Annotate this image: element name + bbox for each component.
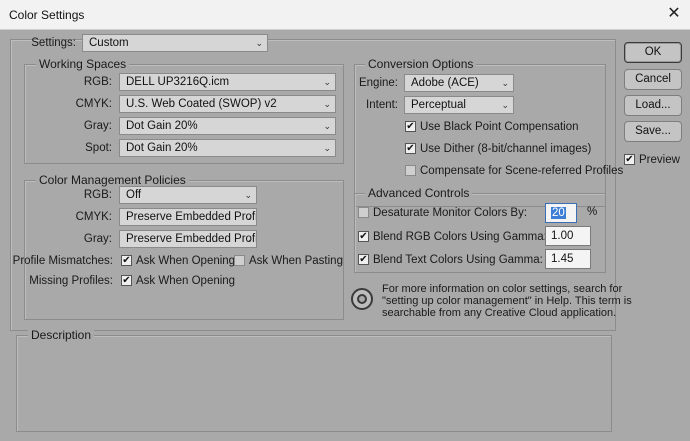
conversion-legend: Conversion Options bbox=[365, 57, 477, 71]
policies-legend: Color Management Policies bbox=[36, 173, 189, 187]
pol-cmyk-label: CMYK: bbox=[75, 211, 112, 223]
checkbox-icon bbox=[234, 255, 245, 266]
pol-gray-value: Preserve Embedded Profiles bbox=[126, 233, 256, 245]
close-icon[interactable]: ✕ bbox=[664, 4, 684, 24]
checkbox-icon bbox=[358, 207, 369, 218]
blend-rgb-input[interactable]: 1.00 bbox=[545, 226, 591, 246]
pol-cmyk-value: Preserve Embedded Profiles bbox=[126, 211, 256, 223]
window-title: Color Settings bbox=[9, 8, 85, 22]
ws-gray-label: Gray: bbox=[83, 120, 112, 132]
checkbox-icon: ✔ bbox=[358, 231, 369, 242]
pol-gray-select[interactable]: Preserve Embedded Profiles ⌄ bbox=[119, 230, 257, 248]
pol-rgb-select[interactable]: Off ⌄ bbox=[119, 186, 257, 204]
pol-rgb-value: Off bbox=[126, 189, 142, 201]
blend-rgb-value: 1.00 bbox=[551, 230, 574, 242]
checkbox-icon: ✔ bbox=[121, 275, 132, 286]
chevron-down-icon: ⌄ bbox=[244, 234, 252, 244]
ws-rgb-value: DELL UP3216Q.icm bbox=[126, 76, 230, 88]
ws-gray-select[interactable]: Dot Gain 20% ⌄ bbox=[119, 117, 336, 135]
chevron-down-icon: ⌄ bbox=[244, 212, 252, 222]
working-spaces-legend: Working Spaces bbox=[36, 57, 130, 71]
info-line-2: "setting up color management" in Help. T… bbox=[382, 295, 632, 307]
black-point-label: Use Black Point Compensation bbox=[420, 121, 579, 133]
preview-label: Preview bbox=[639, 154, 680, 166]
pol-rgb-label: RGB: bbox=[83, 189, 112, 201]
ws-cmyk-label: CMYK: bbox=[75, 98, 112, 110]
chevron-down-icon: ⌄ bbox=[244, 190, 252, 200]
ws-rgb-label: RGB: bbox=[83, 76, 112, 88]
checkbox-icon: ✔ bbox=[405, 143, 416, 154]
ws-gray-value: Dot Gain 20% bbox=[126, 120, 198, 132]
desaturate-input[interactable]: 20 bbox=[545, 203, 577, 223]
dither-label: Use Dither (8-bit/channel images) bbox=[420, 143, 592, 155]
info-line-1: For more information on color settings, … bbox=[382, 283, 623, 295]
mismatch-ask-pasting-label: Ask When Pasting bbox=[249, 255, 343, 267]
scene-referred-label: Compensate for Scene-referred Profiles bbox=[420, 165, 624, 177]
chevron-down-icon: ⌄ bbox=[255, 38, 263, 48]
checkbox-icon: ✔ bbox=[405, 121, 416, 132]
checkbox-icon: ✔ bbox=[358, 254, 369, 265]
checkbox-icon: ✔ bbox=[121, 255, 132, 266]
engine-value: Adobe (ACE) bbox=[411, 77, 479, 89]
blend-text-label: Blend Text Colors Using Gamma: bbox=[373, 254, 543, 266]
info-icon bbox=[351, 288, 373, 310]
desaturate-value: 20 bbox=[551, 207, 566, 219]
chevron-down-icon: ⌄ bbox=[501, 100, 509, 110]
cancel-button[interactable]: Cancel bbox=[624, 69, 682, 90]
engine-select[interactable]: Adobe (ACE) ⌄ bbox=[404, 74, 514, 92]
chevron-down-icon: ⌄ bbox=[323, 121, 331, 131]
ws-spot-label: Spot: bbox=[85, 142, 112, 154]
missing-ask-opening-label: Ask When Opening bbox=[136, 275, 236, 287]
mismatch-ask-opening-label: Ask When Opening bbox=[136, 255, 236, 267]
ws-spot-select[interactable]: Dot Gain 20% ⌄ bbox=[119, 139, 336, 157]
description-legend: Description bbox=[28, 328, 95, 342]
chevron-down-icon: ⌄ bbox=[323, 143, 331, 153]
desaturate-unit: % bbox=[587, 206, 598, 218]
ws-spot-value: Dot Gain 20% bbox=[126, 142, 198, 154]
info-line-3: searchable from any Creative Cloud appli… bbox=[382, 307, 617, 319]
settings-label: Settings: bbox=[31, 37, 76, 49]
blend-text-value: 1.45 bbox=[551, 253, 574, 265]
pol-cmyk-select[interactable]: Preserve Embedded Profiles ⌄ bbox=[119, 208, 257, 226]
engine-label: Engine: bbox=[358, 77, 398, 89]
pol-gray-label: Gray: bbox=[83, 233, 112, 245]
intent-select[interactable]: Perceptual ⌄ bbox=[404, 96, 514, 114]
blend-rgb-label: Blend RGB Colors Using Gamma: bbox=[373, 231, 547, 243]
title-bar: Color Settings ✕ bbox=[0, 0, 690, 30]
settings-value: Custom bbox=[89, 37, 129, 49]
profile-mismatches-label: Profile Mismatches: bbox=[12, 255, 113, 267]
checkbox-icon: ✔ bbox=[624, 154, 635, 165]
load-button[interactable]: Load... bbox=[624, 95, 682, 116]
ok-button[interactable]: OK bbox=[624, 42, 682, 63]
dialog-body: Settings: Custom ⌄ Working Spaces RGB: D… bbox=[2, 30, 690, 441]
intent-label: Intent: bbox=[366, 99, 398, 111]
ws-cmyk-value: U.S. Web Coated (SWOP) v2 bbox=[126, 98, 277, 110]
save-button[interactable]: Save... bbox=[624, 121, 682, 142]
checkbox-icon bbox=[405, 165, 416, 176]
intent-value: Perceptual bbox=[411, 99, 466, 111]
advanced-legend: Advanced Controls bbox=[365, 186, 473, 200]
chevron-down-icon: ⌄ bbox=[323, 99, 331, 109]
ws-cmyk-select[interactable]: U.S. Web Coated (SWOP) v2 ⌄ bbox=[119, 95, 336, 113]
desaturate-label: Desaturate Monitor Colors By: bbox=[373, 207, 528, 219]
ws-rgb-select[interactable]: DELL UP3216Q.icm ⌄ bbox=[119, 73, 336, 91]
missing-profiles-label: Missing Profiles: bbox=[29, 275, 113, 287]
chevron-down-icon: ⌄ bbox=[323, 77, 331, 87]
description-group bbox=[16, 335, 612, 432]
settings-select[interactable]: Custom ⌄ bbox=[82, 34, 268, 52]
chevron-down-icon: ⌄ bbox=[501, 78, 509, 88]
blend-text-input[interactable]: 1.45 bbox=[545, 249, 591, 269]
